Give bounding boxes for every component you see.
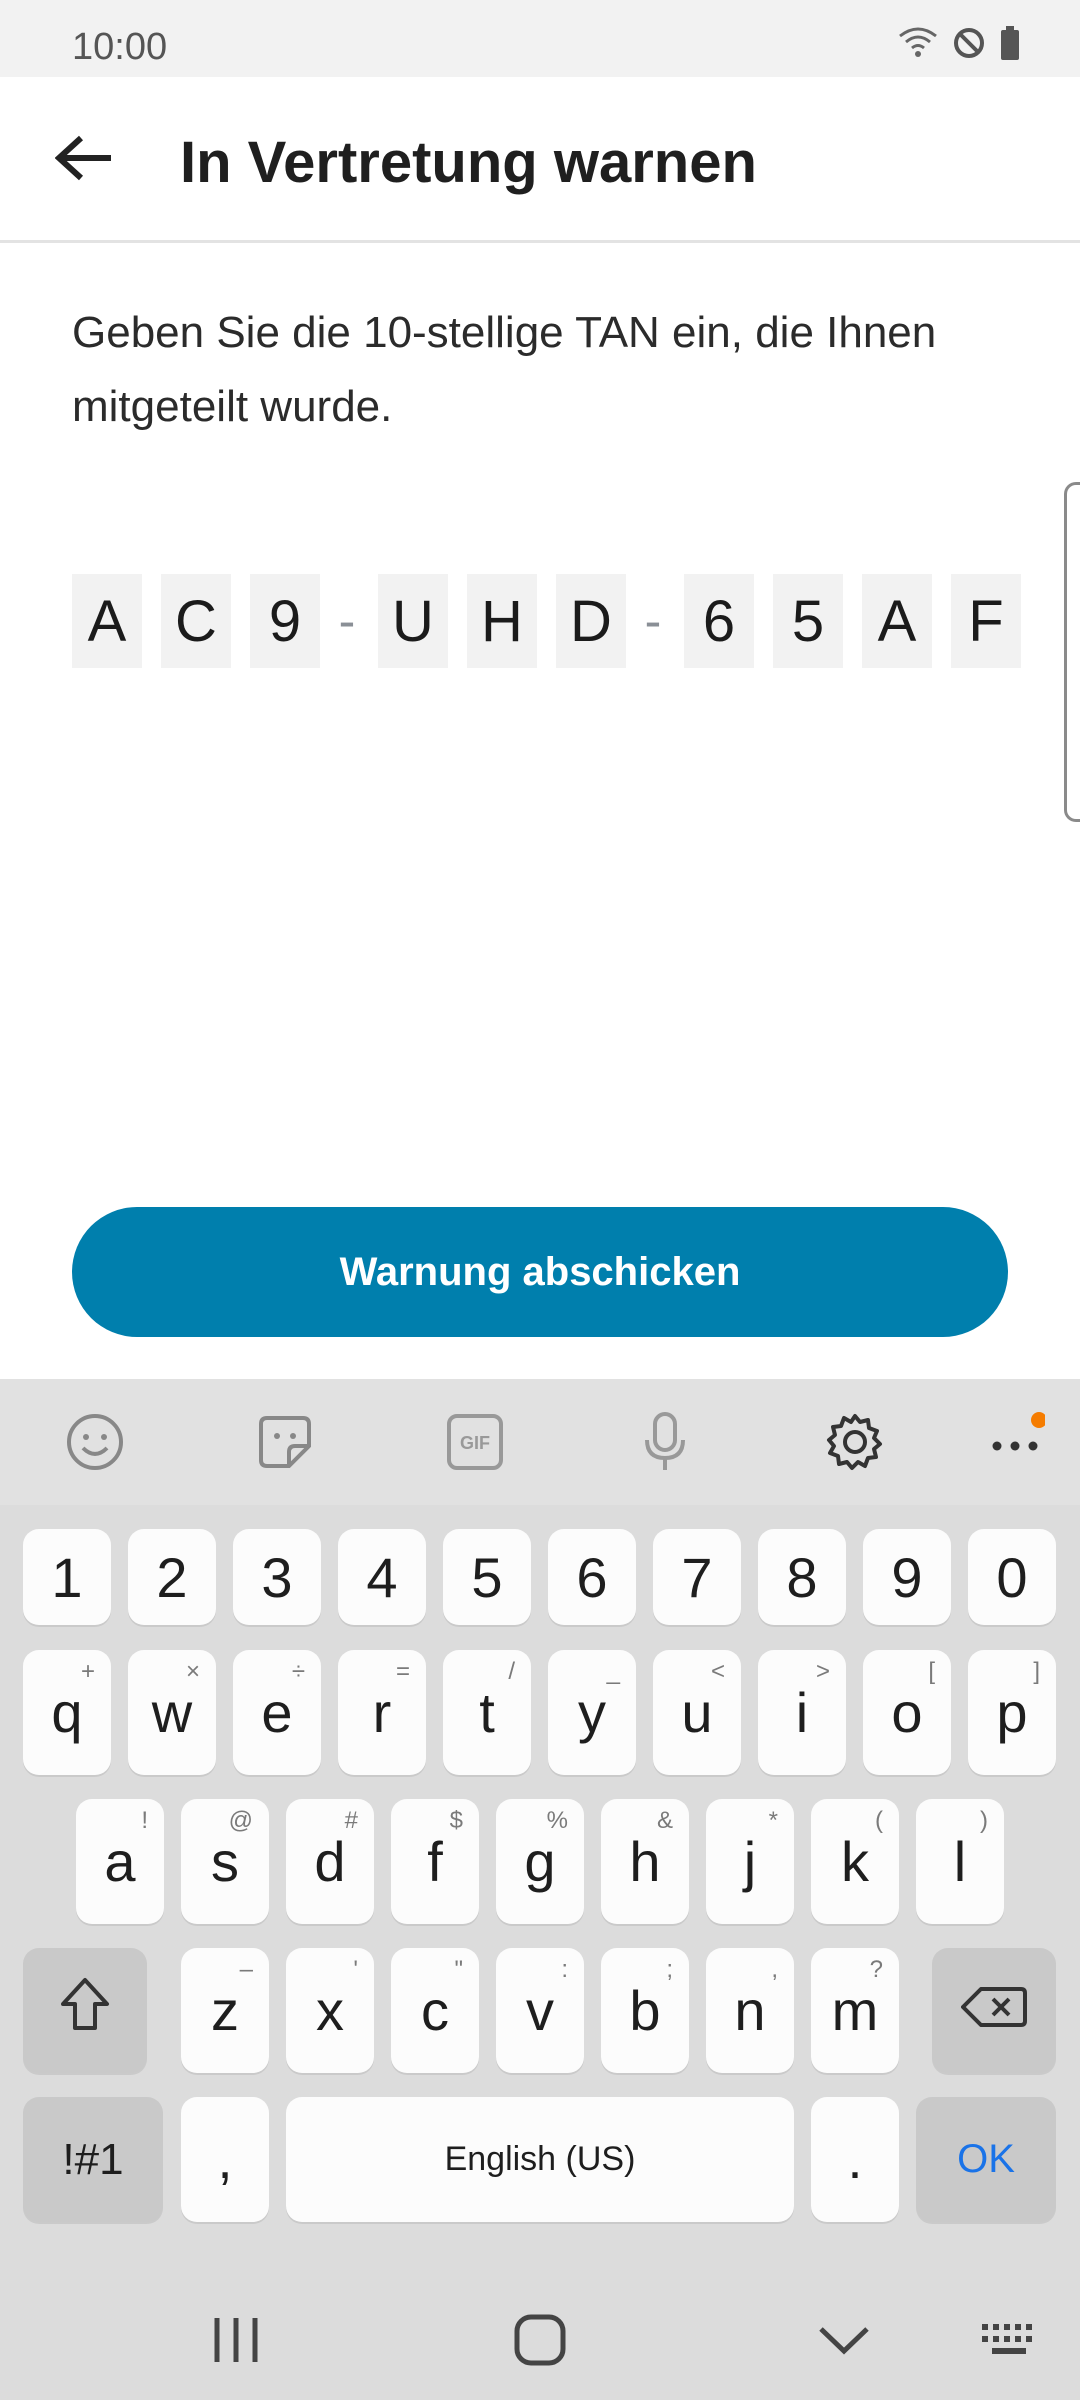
key-l[interactable]: ) l xyxy=(916,1799,1004,1924)
key-b[interactable]: ; b xyxy=(601,1948,689,2073)
key-x[interactable]: ' x xyxy=(286,1948,374,2073)
gif-icon[interactable]: GIF xyxy=(442,1409,508,1475)
recent-apps-icon[interactable] xyxy=(196,2300,276,2380)
key-4[interactable]: 4 xyxy=(338,1529,426,1625)
tan-char[interactable]: 9 xyxy=(250,574,320,668)
shift-icon xyxy=(59,1976,111,2045)
tan-separator: - xyxy=(338,593,356,649)
comma-key[interactable]: , xyxy=(181,2097,269,2222)
tan-input[interactable]: A C 9 - U H D - 6 5 A F xyxy=(72,574,1040,668)
key-h[interactable]: & h xyxy=(601,1799,689,1924)
sticker-icon[interactable] xyxy=(252,1409,318,1475)
app-bar: In Vertretung warnen xyxy=(0,77,1080,243)
keyboard: GIF 1 2 3 4 5 6 7 8 9 0 + q × w ÷ e = r / t _… xyxy=(0,1379,1080,2400)
key-8[interactable]: 8 xyxy=(758,1529,846,1625)
wifi-icon xyxy=(898,26,938,65)
keyboard-toolbar: GIF xyxy=(0,1379,1080,1505)
hide-keyboard-icon[interactable] xyxy=(804,2300,884,2380)
key-1[interactable]: 1 xyxy=(23,1529,111,1625)
tan-separator: - xyxy=(644,593,662,649)
key-c[interactable]: " c xyxy=(391,1948,479,2073)
key-t[interactable]: / t xyxy=(443,1650,531,1775)
tan-char[interactable]: F xyxy=(951,574,1021,668)
instruction-text: Geben Sie die 10-stellige TAN ein, die I… xyxy=(72,308,937,431)
battery-icon xyxy=(1000,26,1020,65)
key-i[interactable]: > i xyxy=(758,1650,846,1775)
tan-char[interactable]: D xyxy=(556,574,626,668)
navigation-bar xyxy=(0,2280,1080,2400)
back-button[interactable] xyxy=(40,115,130,205)
key-k[interactable]: (k xyxy=(811,1799,899,1924)
page-title: In Vertretung warnen xyxy=(180,130,757,195)
key-6[interactable]: 6 xyxy=(548,1529,636,1625)
arrow-left-icon xyxy=(54,135,115,186)
tan-char[interactable]: 6 xyxy=(684,574,754,668)
home-icon[interactable] xyxy=(500,2300,580,2380)
symbols-key[interactable]: !#1 xyxy=(23,2097,163,2222)
status-icons xyxy=(898,26,1020,65)
key-o[interactable]: [o xyxy=(863,1650,951,1775)
key-g[interactable]: % g xyxy=(496,1799,584,1924)
shift-key[interactable] xyxy=(23,1948,147,2073)
submit-warning-button[interactable]: Warnung abschicken xyxy=(72,1207,1008,1337)
period-key[interactable]: . xyxy=(811,2097,899,2222)
key-3[interactable]: 3 xyxy=(233,1529,321,1625)
tan-char[interactable]: C xyxy=(161,574,231,668)
key-d[interactable]: # d xyxy=(286,1799,374,1924)
ok-key[interactable]: OK xyxy=(916,2097,1056,2222)
svg-text:GIF: GIF xyxy=(460,1433,490,1453)
do-not-disturb-icon xyxy=(952,26,986,65)
key-a[interactable]: ! a xyxy=(76,1799,164,1924)
key-f[interactable]: $ f xyxy=(391,1799,479,1924)
edge-panel-handle[interactable] xyxy=(1064,482,1080,822)
key-7[interactable]: 7 xyxy=(653,1529,741,1625)
key-5[interactable]: 5 xyxy=(443,1529,531,1625)
backspace-key[interactable] xyxy=(932,1948,1056,2073)
space-key[interactable]: English (US) xyxy=(286,2097,794,2222)
key-u[interactable]: < u xyxy=(653,1650,741,1775)
key-r[interactable]: = r xyxy=(338,1650,426,1775)
key-2[interactable]: 2 xyxy=(128,1529,216,1625)
key-q[interactable]: + q xyxy=(23,1650,111,1775)
key-m[interactable]: ? m xyxy=(811,1948,899,2073)
tan-char[interactable]: A xyxy=(72,574,142,668)
key-w[interactable]: × w xyxy=(128,1650,216,1775)
key-s[interactable]: @ s xyxy=(181,1799,269,1924)
key-j[interactable]: * j xyxy=(706,1799,794,1924)
key-p[interactable]: ] p xyxy=(968,1650,1056,1775)
keyboard-keys: 1 2 3 4 5 6 7 8 9 0 + q × w ÷ e = r / t _ y < u… xyxy=(0,1505,1080,2280)
gear-icon[interactable] xyxy=(822,1409,888,1475)
key-e[interactable]: ÷ e xyxy=(233,1650,321,1775)
status-bar: 10:00 xyxy=(0,0,1080,77)
key-v[interactable]: :v xyxy=(496,1948,584,2073)
tan-char[interactable]: A xyxy=(862,574,932,668)
more-options-icon[interactable] xyxy=(982,1409,1048,1475)
key-9[interactable]: 9 xyxy=(863,1529,951,1625)
tan-char[interactable]: U xyxy=(378,574,448,668)
microphone-icon[interactable] xyxy=(632,1409,698,1475)
tan-char[interactable]: 5 xyxy=(773,574,843,668)
emoji-icon[interactable] xyxy=(62,1409,128,1475)
keyboard-switch-icon[interactable] xyxy=(970,2300,1050,2380)
key-y[interactable]: _ y xyxy=(548,1650,636,1775)
tan-char[interactable]: H xyxy=(467,574,537,668)
backspace-icon xyxy=(961,1980,1027,2042)
key-n[interactable]: ,n xyxy=(706,1948,794,2073)
key-z[interactable]: – z xyxy=(181,1948,269,2073)
key-0[interactable]: 0 xyxy=(968,1529,1056,1625)
status-time: 10:00 xyxy=(72,26,168,68)
